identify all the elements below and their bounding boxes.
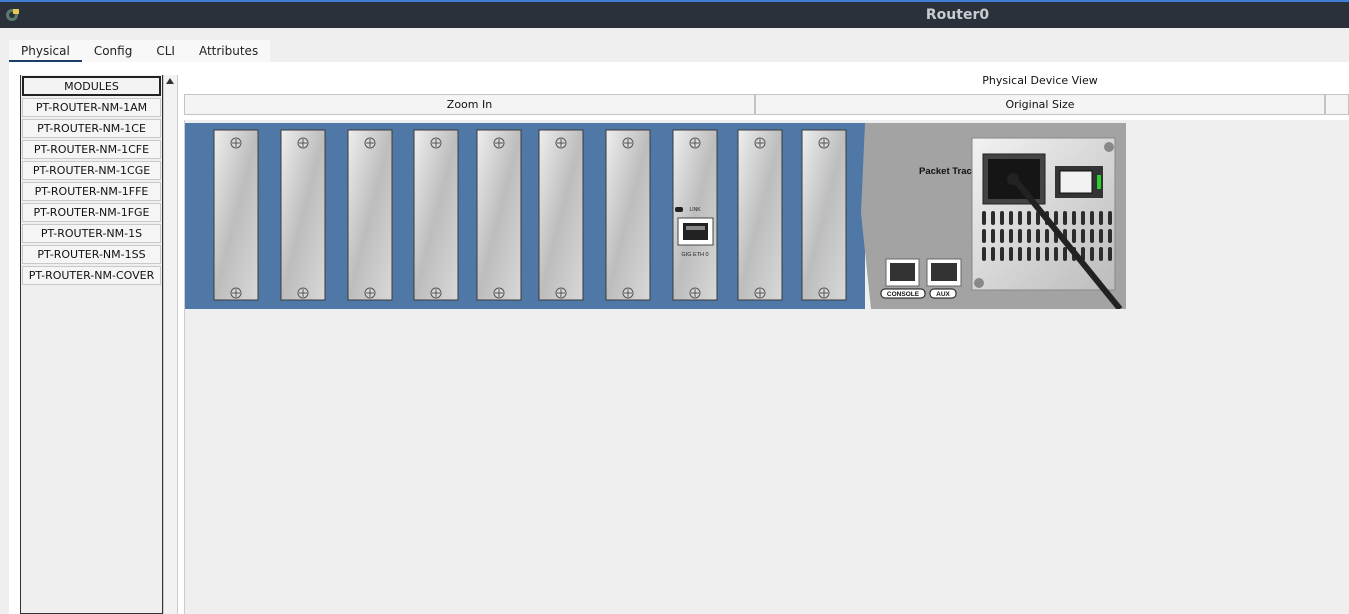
tab-cli[interactable]: CLI — [144, 40, 187, 62]
module-slot[interactable] — [347, 129, 393, 301]
module-item[interactable]: PT-ROUTER-NM-1FGE — [22, 203, 161, 222]
module-item[interactable]: PT-ROUTER-NM-1S — [22, 224, 161, 243]
module-slot[interactable] — [672, 129, 718, 301]
console-label: CONSOLE — [887, 291, 920, 298]
zoom-in-button[interactable]: Zoom In — [184, 94, 755, 115]
module-slot[interactable] — [605, 129, 651, 301]
module-item[interactable]: PT-ROUTER-NM-1AM — [22, 98, 161, 117]
modules-header: MODULES — [22, 76, 161, 96]
aux-label: AUX — [936, 291, 950, 298]
module-slot[interactable] — [413, 129, 459, 301]
router-device: Packet Tracer Router LINK GIG ETH 0 CONS… — [185, 123, 1126, 309]
module-item[interactable]: PT-ROUTER-NM-1CFE — [22, 140, 161, 159]
module-slot[interactable] — [476, 129, 522, 301]
gig-eth-label: GIG ETH 0 — [681, 252, 708, 258]
module-item[interactable]: PT-ROUTER-NM-1CGE — [22, 161, 161, 180]
module-item[interactable]: PT-ROUTER-NM-1FFE — [22, 182, 161, 201]
module-slot[interactable] — [801, 129, 847, 301]
power-led — [1097, 175, 1101, 189]
tab-config[interactable]: Config — [82, 40, 145, 62]
physical-device-view-label: Physical Device View — [982, 74, 1098, 87]
zoom-out-button[interactable] — [1325, 94, 1349, 115]
modules-scrollbar[interactable] — [163, 75, 178, 614]
title-bar: Router0 — [0, 2, 1349, 28]
link-label: LINK — [689, 207, 701, 213]
original-size-button[interactable]: Original Size — [755, 94, 1325, 115]
tab-physical[interactable]: Physical — [9, 40, 82, 63]
module-slot[interactable] — [280, 129, 326, 301]
module-slot[interactable] — [737, 129, 783, 301]
module-item[interactable]: PT-ROUTER-NM-1CE — [22, 119, 161, 138]
tab-attributes[interactable]: Attributes — [187, 40, 270, 62]
module-slot[interactable] — [538, 129, 584, 301]
tab-bar: Physical Config CLI Attributes — [9, 40, 271, 63]
scroll-up-icon[interactable] — [166, 78, 174, 84]
window-title: Router0 — [925, 7, 990, 23]
power-supply — [971, 137, 1123, 309]
module-slot[interactable] — [213, 129, 259, 301]
module-item[interactable]: PT-ROUTER-NM-COVER — [22, 266, 161, 285]
module-item[interactable]: PT-ROUTER-NM-1SS — [22, 245, 161, 264]
